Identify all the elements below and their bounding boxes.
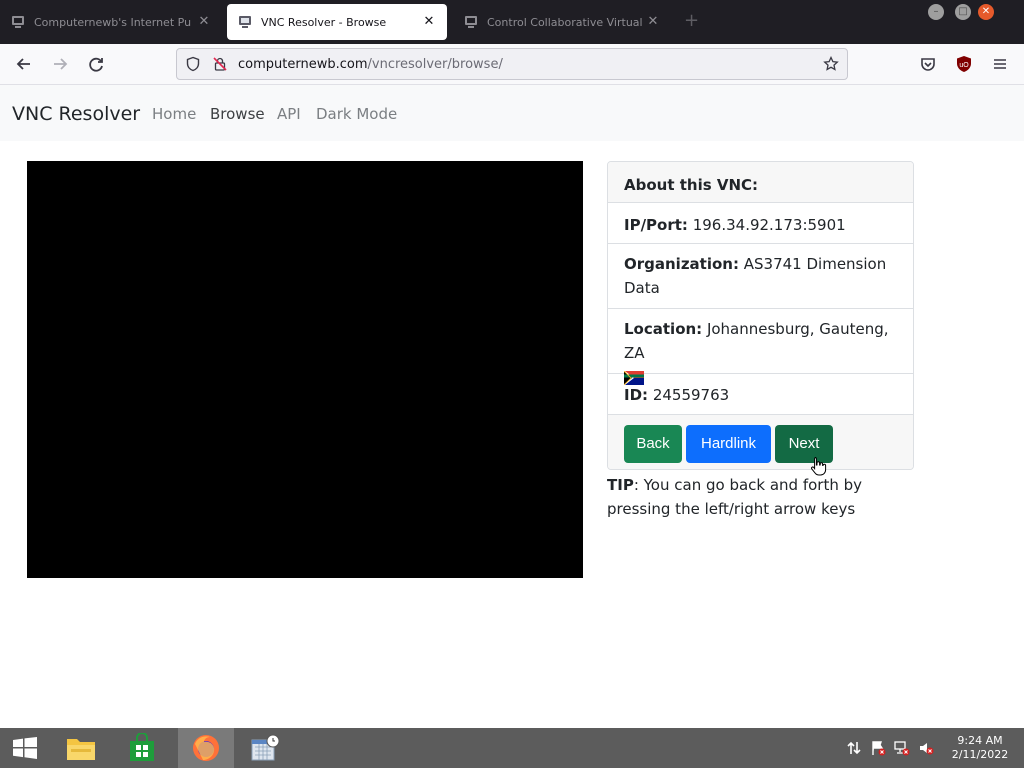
computer-favicon-icon — [465, 16, 477, 28]
browser-toolbar: computernewb.com/vncresolver/browse/ uO — [0, 44, 1024, 85]
clock-date: 2/11/2022 — [951, 748, 1009, 761]
hand-cursor-icon — [811, 457, 827, 476]
volume-muted-icon[interactable] — [918, 740, 934, 756]
bookmark-star-icon[interactable] — [823, 56, 839, 72]
ip-port-value: 196.34.92.173:5901 — [692, 216, 846, 234]
site-navbar: VNC Resolver Home Browse API Dark Mode — [0, 85, 1024, 141]
id-row: ID: 24559763 — [608, 374, 913, 415]
back-arrow-icon[interactable] — [14, 54, 34, 74]
new-tab-icon[interactable]: + — [684, 12, 699, 30]
calendar-clock-icon — [251, 734, 280, 761]
firefox-taskbar[interactable] — [178, 728, 234, 768]
minimize-icon[interactable]: – — [928, 4, 944, 20]
vnc-info-card: About this VNC: IP/Port: 196.34.92.173:5… — [607, 161, 914, 470]
system-clock[interactable]: 9:24 AM 2/11/2022 — [946, 734, 1014, 762]
nav-browse[interactable]: Browse — [210, 105, 265, 123]
site-brand[interactable]: VNC Resolver — [12, 103, 140, 125]
id-value: 24559763 — [652, 386, 730, 404]
window-close-icon[interactable]: ✕ — [978, 4, 994, 20]
url-text: computernewb.com/vncresolver/browse/ — [238, 57, 503, 72]
pocket-icon[interactable] — [918, 54, 938, 74]
browser-tabstrip: Computernewb's Internet Pu ✕ VNC Resolve… — [0, 0, 1024, 44]
tip-body: : You can go back and forth by pressing … — [607, 476, 863, 518]
network-computer-icon[interactable] — [894, 740, 910, 756]
firefox-icon — [193, 735, 219, 761]
flag-alert-icon[interactable] — [870, 740, 886, 756]
store-taskbar[interactable] — [117, 728, 167, 768]
windows-taskbar: 9:24 AM 2/11/2022 — [0, 728, 1024, 768]
ip-port-row: IP/Port: 196.34.92.173:5901 — [608, 204, 913, 244]
location-row: Location: Johannesburg, Gauteng, ZA — [608, 309, 913, 385]
nav-api[interactable]: API — [277, 105, 301, 123]
svg-text:uO: uO — [959, 62, 969, 69]
calendar-taskbar[interactable] — [240, 728, 290, 768]
url-path: /vncresolver/browse/ — [367, 57, 503, 72]
hamburger-menu-icon[interactable] — [990, 54, 1010, 74]
tab-computernewb[interactable]: Computernewb's Internet Pu ✕ — [0, 4, 222, 40]
close-icon[interactable]: ✕ — [421, 14, 437, 30]
network-arrows-icon[interactable] — [846, 740, 862, 756]
windows-logo-icon — [13, 737, 37, 759]
vnc-screenshot — [27, 161, 583, 578]
back-button[interactable]: Back — [624, 425, 682, 463]
clock-time: 9:24 AM — [957, 734, 1003, 747]
close-icon[interactable]: ✕ — [196, 14, 212, 30]
forward-arrow-icon[interactable] — [50, 54, 70, 74]
lock-warning-icon[interactable] — [212, 56, 228, 72]
ip-port-label: IP/Port: — [624, 216, 688, 234]
file-explorer-taskbar[interactable] — [56, 728, 106, 768]
folder-icon — [67, 739, 95, 760]
id-label: ID: — [624, 386, 649, 404]
store-bag-icon — [130, 733, 154, 761]
card-footer: Back Hardlink Next — [608, 415, 913, 469]
close-icon[interactable]: ✕ — [645, 14, 661, 30]
tip-label: TIP — [607, 476, 634, 494]
maximize-icon[interactable]: □ — [955, 4, 971, 20]
tab-title: Computernewb's Internet Pu — [34, 15, 192, 29]
organization-row: Organization: AS3741 Dimension Data — [608, 244, 913, 309]
nav-home[interactable]: Home — [152, 105, 196, 123]
hardlink-button[interactable]: Hardlink — [686, 425, 771, 463]
organization-label: Organization: — [624, 255, 739, 273]
address-bar[interactable]: computernewb.com/vncresolver/browse/ — [176, 48, 848, 80]
tab-vnc-resolver[interactable]: VNC Resolver - Browse ✕ — [227, 4, 447, 40]
card-header: About this VNC: — [608, 162, 913, 203]
computer-favicon-icon — [239, 16, 251, 28]
location-label: Location: — [624, 320, 703, 338]
start-button[interactable] — [0, 728, 50, 768]
reload-icon[interactable] — [86, 54, 106, 74]
tab-title: VNC Resolver - Browse — [261, 15, 387, 29]
computer-favicon-icon — [12, 16, 24, 28]
shield-icon[interactable] — [185, 56, 201, 72]
tab-title: Control Collaborative Virtual — [487, 15, 643, 29]
tab-control-collaborative[interactable]: Control Collaborative Virtual ✕ — [453, 4, 671, 40]
url-domain: computernewb.com — [238, 57, 368, 72]
tip-text: TIP: You can go back and forth by pressi… — [607, 473, 917, 521]
nav-dark-mode[interactable]: Dark Mode — [316, 105, 397, 123]
ublock-icon[interactable]: uO — [954, 54, 974, 74]
